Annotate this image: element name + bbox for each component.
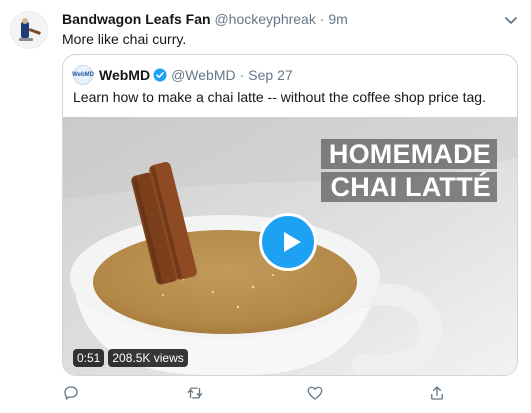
quoted-separator-dot: · [239,67,245,83]
video-duration: 0:51 [73,349,105,367]
avatar[interactable] [10,11,48,49]
tweet[interactable]: Bandwagon Leafs Fan @hockeyphreak · 9m M… [0,0,531,413]
video-player[interactable]: HOMEMADE CHAI LATTÉ 0:51 208.5K views [63,117,517,375]
video-title-line-2: CHAI LATTÉ [321,172,497,202]
display-name[interactable]: Bandwagon Leafs Fan [62,11,211,27]
quoted-avatar[interactable]: WebMD [72,65,94,85]
reply-button[interactable] [62,384,82,404]
quoted-timestamp[interactable]: Sep 27 [248,66,292,84]
retweet-icon [187,387,203,399]
video-badges: 0:51 208.5K views [73,349,188,367]
quoted-tweet-text: Learn how to make a chai latte -- withou… [73,89,486,105]
separator-dot: · [319,11,325,27]
tweet-actions [62,384,462,404]
tweet-text: More like chai curry. [62,31,187,47]
user-handle[interactable]: @hockeyphreak [214,11,315,27]
video-title-line-1: HOMEMADE [321,139,497,169]
quoted-tweet[interactable]: WebMD WebMD @WebMD · Sep 27 Learn how to… [62,54,518,376]
tweet-header: Bandwagon Leafs Fan @hockeyphreak · 9m [62,10,348,28]
like-icon [307,386,323,400]
avatar-image [11,12,47,48]
reply-icon [64,386,78,400]
chevron-down-icon[interactable] [503,14,519,28]
quoted-tweet-header: WebMD WebMD @WebMD · Sep 27 [72,65,293,85]
like-button[interactable] [306,384,326,404]
verified-badge-icon [153,68,167,82]
play-button[interactable] [259,213,317,271]
share-icon [431,386,443,400]
share-button[interactable] [428,384,448,404]
quoted-display-name[interactable]: WebMD [99,66,150,84]
timestamp[interactable]: 9m [328,11,347,27]
quoted-user-handle[interactable]: @WebMD [171,66,236,84]
video-overlay-title: HOMEMADE CHAI LATTÉ [321,139,497,205]
video-view-count: 208.5K views [108,349,188,367]
retweet-button[interactable] [186,384,206,404]
